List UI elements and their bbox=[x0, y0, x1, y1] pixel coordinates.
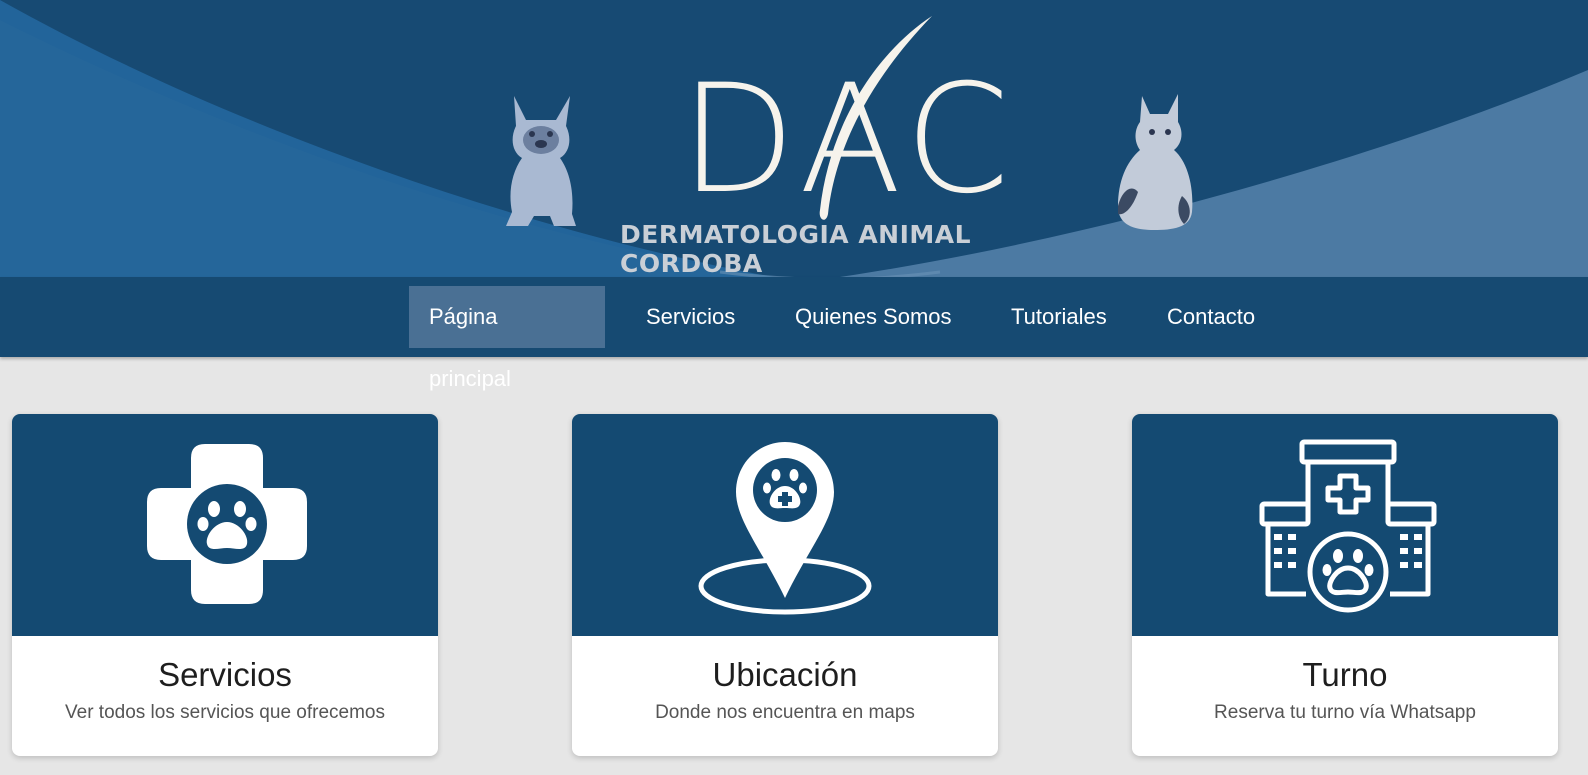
site-header: DAC DERMATOLOGIA ANIMAL CORDOBA bbox=[0, 0, 1588, 280]
card-description: Donde nos encuentra en maps bbox=[655, 702, 915, 723]
card-image-area bbox=[12, 414, 438, 636]
logo-subtitle: DERMATOLOGIA ANIMAL CORDOBA bbox=[620, 220, 972, 278]
location-pin-paw-icon bbox=[698, 442, 872, 615]
card-servicios[interactable]: Servicios Ver todos los servicios que of… bbox=[12, 414, 438, 756]
card-image-area bbox=[572, 414, 998, 636]
card-image-area bbox=[1132, 414, 1558, 636]
veterinary-clinic-icon bbox=[1259, 439, 1437, 613]
card-title: Turno bbox=[1302, 656, 1388, 693]
card-description: Ver todos los servicios que ofrecemos bbox=[65, 702, 385, 723]
nav-item-servicios[interactable]: Servicios bbox=[626, 286, 755, 348]
dog-image bbox=[506, 96, 576, 226]
cat-image bbox=[1118, 94, 1193, 230]
nav-item-pagina-principal[interactable]: Página principal bbox=[409, 286, 605, 391]
card-title: Ubicación bbox=[712, 656, 858, 693]
main-navigation: Página principal Servicios Quienes Somos… bbox=[0, 277, 1588, 391]
nav-item-quienes-somos[interactable]: Quienes Somos bbox=[775, 286, 972, 348]
card-ubicacion[interactable]: Ubicación Donde nos encuentra en maps bbox=[572, 414, 998, 756]
card-turno[interactable]: Turno Reserva tu turno vía Whatsapp bbox=[1132, 414, 1558, 756]
dac-logo[interactable]: DAC DERMATOLOGIA ANIMAL CORDOBA bbox=[620, 10, 1090, 278]
nav-item-tutoriales[interactable]: Tutoriales bbox=[991, 286, 1127, 348]
card-title: Servicios bbox=[158, 656, 292, 693]
medical-cross-paw-icon bbox=[147, 444, 307, 604]
logo-letters: DAC bbox=[680, 53, 1016, 227]
card-description: Reserva tu turno vía Whatsapp bbox=[1214, 702, 1476, 723]
nav-item-contacto[interactable]: Contacto bbox=[1147, 286, 1275, 348]
